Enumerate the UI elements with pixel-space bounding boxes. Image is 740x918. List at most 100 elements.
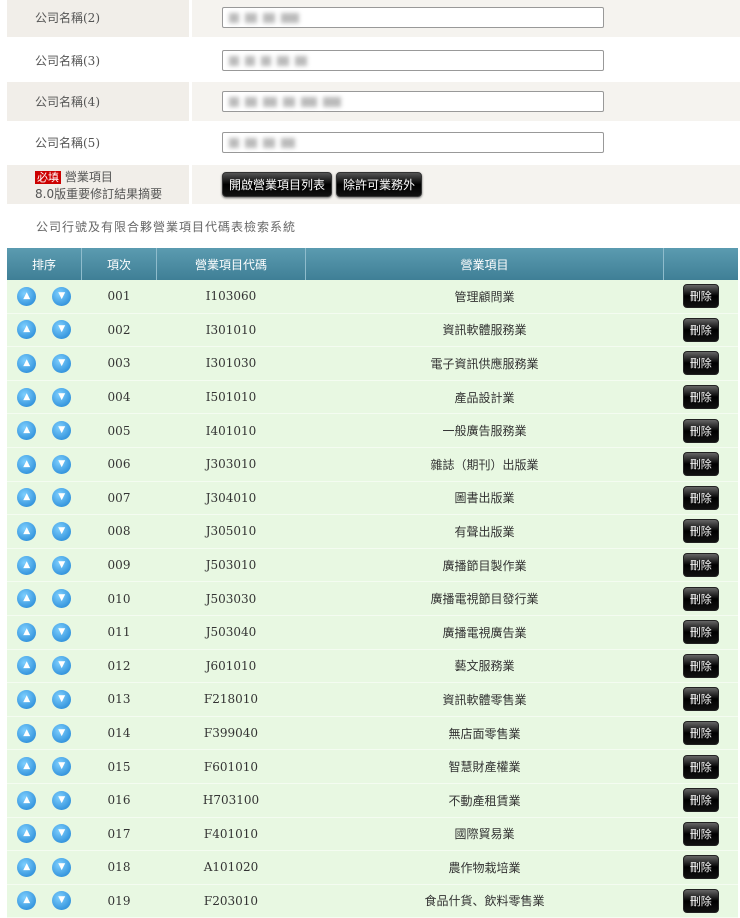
move-up-icon[interactable]: ▲ (17, 421, 37, 441)
item-code: J304010 (156, 481, 306, 516)
move-down-icon[interactable]: ▼ (52, 387, 72, 407)
item-code: J503010 (156, 548, 306, 583)
delete-button[interactable]: 刪除 (682, 351, 719, 376)
move-down-icon[interactable]: ▼ (52, 656, 72, 676)
item-index: 010 (81, 581, 157, 616)
company-name-label: 公司名稱(3) (7, 41, 189, 80)
item-code: F399040 (156, 716, 306, 751)
move-down-icon[interactable]: ▼ (52, 353, 72, 373)
open-list-button[interactable]: 開啟營業項目列表 (222, 172, 333, 197)
delete-button[interactable]: 刪除 (682, 687, 719, 712)
move-up-icon[interactable]: ▲ (17, 387, 37, 407)
delete-button[interactable]: 刪除 (682, 653, 719, 678)
move-down-icon[interactable]: ▼ (52, 622, 72, 642)
move-down-icon[interactable]: ▼ (52, 589, 72, 609)
move-up-icon[interactable]: ▲ (17, 521, 37, 541)
move-up-icon[interactable]: ▲ (17, 555, 37, 575)
header-index: 項次 (81, 248, 157, 280)
delete-button[interactable]: 刪除 (682, 418, 719, 443)
item-index: 004 (81, 380, 157, 415)
table-row: ▲ ▼ 009 J503010 廣播節目製作業 刪除 (7, 548, 738, 583)
move-up-icon[interactable]: ▲ (17, 656, 37, 676)
blurred-text (301, 97, 317, 107)
item-code: J303010 (156, 447, 306, 482)
delete-button[interactable]: 刪除 (682, 317, 719, 342)
move-up-icon[interactable]: ▲ (17, 353, 37, 373)
move-down-icon[interactable]: ▼ (52, 521, 72, 541)
delete-button[interactable]: 刪除 (682, 519, 719, 544)
move-down-icon[interactable]: ▼ (52, 723, 72, 743)
item-name: 有聲出版業 (305, 514, 664, 549)
delete-button[interactable]: 刪除 (682, 754, 719, 779)
move-up-icon[interactable]: ▲ (17, 723, 37, 743)
table-row: ▲ ▼ 001 I103060 管理顧問業 刪除 (7, 280, 738, 314)
item-index: 012 (81, 649, 157, 684)
delete-button[interactable]: 刪除 (682, 284, 719, 309)
delete-button[interactable]: 刪除 (682, 586, 719, 611)
move-down-icon[interactable]: ▼ (52, 286, 72, 306)
move-down-icon[interactable]: ▼ (52, 790, 72, 810)
header-action (663, 248, 738, 280)
exclude-button[interactable]: 除許可業務外 (336, 172, 423, 197)
blurred-text (263, 13, 275, 23)
item-index: 005 (81, 413, 157, 448)
move-down-icon[interactable]: ▼ (52, 757, 72, 777)
blurred-text (295, 56, 307, 66)
business-row: 必填 營業項目 8.0版重要修訂結果摘要 開啟營業項目列表 除許可業務外 (7, 165, 740, 204)
company-name-row: 公司名稱(2) (7, 0, 740, 37)
company-name-input[interactable] (222, 50, 604, 71)
move-down-icon[interactable]: ▼ (52, 555, 72, 575)
move-down-icon[interactable]: ▼ (52, 824, 72, 844)
company-name-label: 公司名稱(4) (7, 82, 189, 121)
blurred-text (281, 13, 299, 23)
delete-button[interactable]: 刪除 (682, 888, 719, 913)
delete-button[interactable]: 刪除 (682, 821, 719, 846)
move-up-icon[interactable]: ▲ (17, 689, 37, 709)
company-name-input[interactable] (222, 91, 604, 112)
move-down-icon[interactable]: ▼ (52, 689, 72, 709)
move-up-icon[interactable]: ▲ (17, 286, 37, 306)
blurred-text (277, 56, 289, 66)
move-up-icon[interactable]: ▲ (17, 454, 37, 474)
item-code: H703100 (156, 783, 306, 818)
item-code: J503040 (156, 615, 306, 650)
item-name: 國際貿易業 (305, 817, 664, 852)
move-up-icon[interactable]: ▲ (17, 622, 37, 642)
blurred-text (245, 97, 257, 107)
blurred-text (229, 13, 239, 23)
blurred-text (281, 138, 295, 148)
company-name-input[interactable] (222, 132, 604, 153)
move-up-icon[interactable]: ▲ (17, 488, 37, 508)
delete-button[interactable]: 刪除 (682, 553, 719, 578)
delete-button[interactable]: 刪除 (682, 385, 719, 410)
move-up-icon[interactable]: ▲ (17, 824, 37, 844)
move-down-icon[interactable]: ▼ (52, 891, 72, 911)
header-code: 營業項目代碼 (156, 248, 306, 280)
move-up-icon[interactable]: ▲ (17, 320, 37, 340)
move-down-icon[interactable]: ▼ (52, 488, 72, 508)
move-up-icon[interactable]: ▲ (17, 757, 37, 777)
delete-button[interactable]: 刪除 (682, 721, 719, 746)
move-down-icon[interactable]: ▼ (52, 320, 72, 340)
delete-button[interactable]: 刪除 (682, 855, 719, 880)
move-down-icon[interactable]: ▼ (52, 421, 72, 441)
delete-button[interactable]: 刪除 (682, 485, 719, 510)
move-down-icon[interactable]: ▼ (52, 454, 72, 474)
system-caption: 公司行號及有限合夥營業項目代碼表檢索系統 (36, 220, 297, 234)
move-up-icon[interactable]: ▲ (17, 589, 37, 609)
delete-button[interactable]: 刪除 (682, 620, 719, 645)
company-name-input[interactable] (222, 7, 604, 28)
move-up-icon[interactable]: ▲ (17, 891, 37, 911)
item-index: 019 (81, 884, 157, 918)
table-row: ▲ ▼ 017 F401010 國際貿易業 刪除 (7, 817, 738, 852)
item-index: 018 (81, 850, 157, 885)
table-row: ▲ ▼ 003 I301030 電子資訊供應服務業 刪除 (7, 346, 738, 381)
table-row: ▲ ▼ 011 J503040 廣播電視廣告業 刪除 (7, 615, 738, 650)
item-index: 003 (81, 346, 157, 381)
item-name: 無店面零售業 (305, 716, 664, 751)
item-index: 016 (81, 783, 157, 818)
delete-button[interactable]: 刪除 (682, 788, 719, 813)
delete-button[interactable]: 刪除 (682, 452, 719, 477)
table-row: ▲ ▼ 016 H703100 不動產租賃業 刪除 (7, 783, 738, 818)
move-up-icon[interactable]: ▲ (17, 790, 37, 810)
